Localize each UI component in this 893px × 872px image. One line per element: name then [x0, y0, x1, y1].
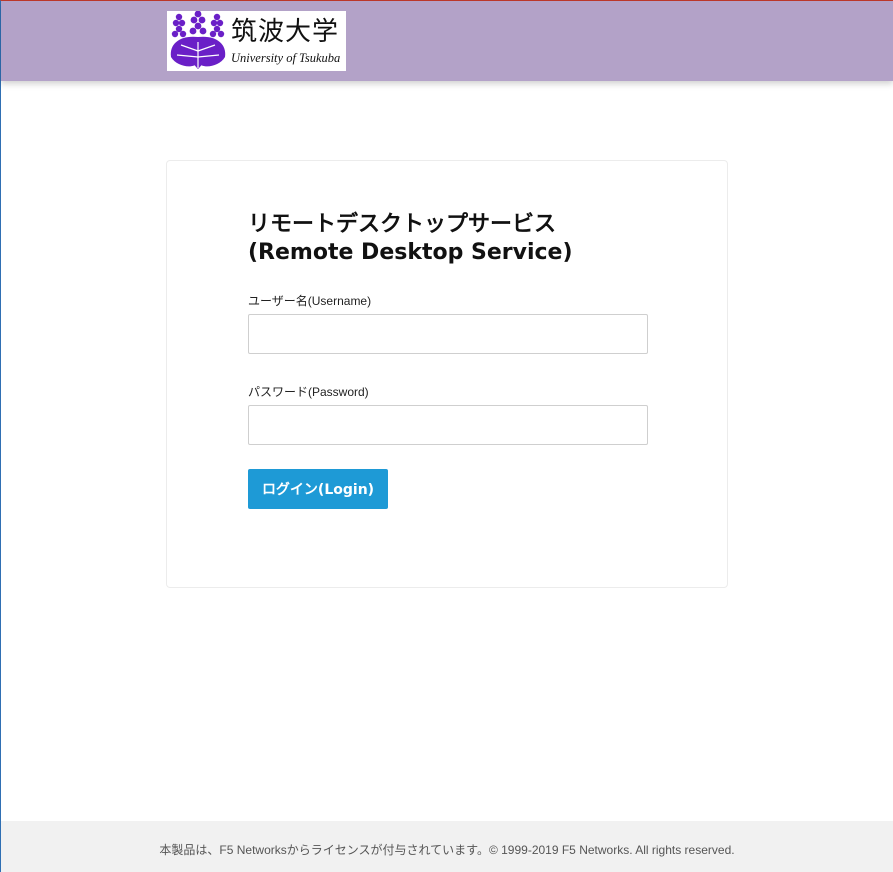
username-input[interactable]: [248, 314, 648, 354]
login-card: リモートデスクトップサービス (Remote Desktop Service) …: [166, 160, 728, 588]
footer: 本製品は、F5 Networksからライセンスが付与されています。© 1999-…: [1, 821, 893, 872]
page-title: リモートデスクトップサービス (Remote Desktop Service): [248, 211, 573, 267]
copyright-text: 本製品は、F5 Networksからライセンスが付与されています。© 1999-…: [159, 843, 735, 857]
paulownia-emblem-icon: [170, 11, 226, 69]
logo-name-en: University of Tsukuba: [231, 51, 341, 65]
title-en: (Remote Desktop Service): [248, 240, 573, 265]
password-input[interactable]: [248, 405, 648, 445]
login-button[interactable]: ログイン(Login): [248, 469, 388, 509]
logo-name-jp: 筑波大学: [231, 17, 340, 47]
password-label: パスワード(Password): [248, 385, 369, 399]
title-jp: リモートデスクトップサービス: [248, 212, 557, 237]
login-page: 筑波大学 University of Tsukuba リモートデスクトップサービ…: [0, 0, 893, 872]
username-label: ユーザー名(Username): [248, 294, 372, 308]
university-logo: 筑波大学 University of Tsukuba: [167, 11, 346, 71]
header-bar: 筑波大学 University of Tsukuba: [1, 1, 893, 81]
